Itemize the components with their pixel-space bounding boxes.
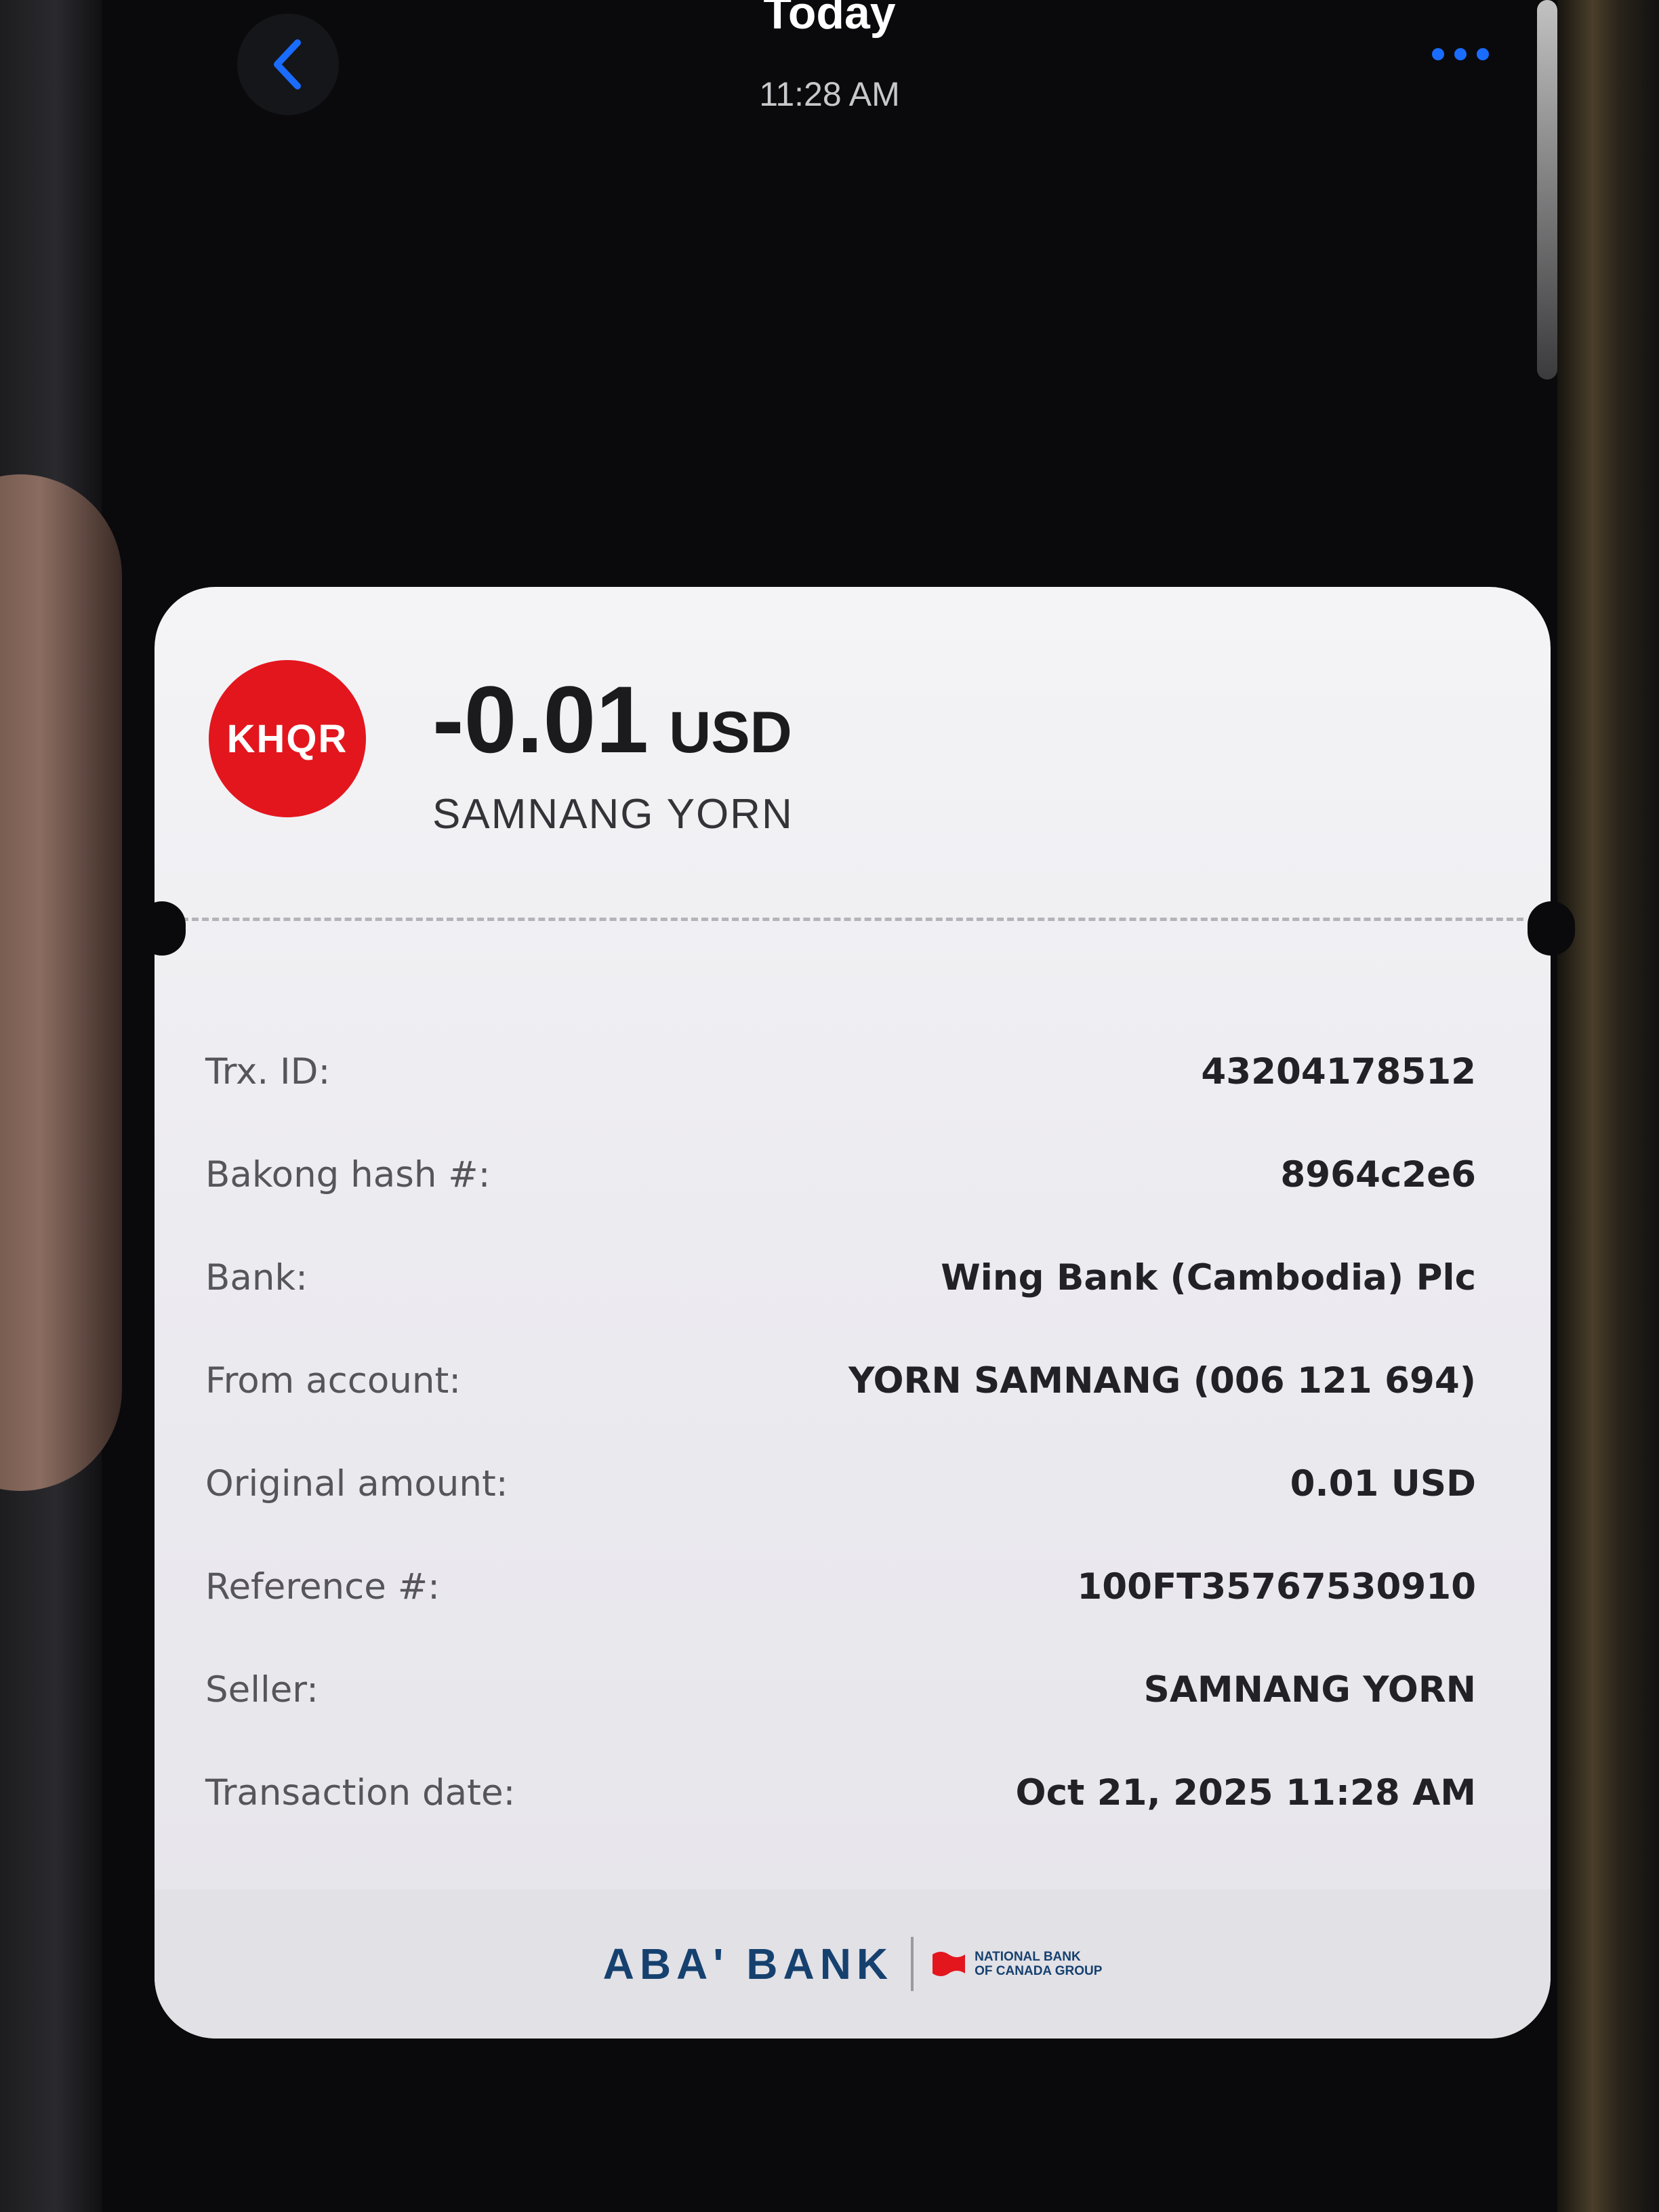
national-bank-line2: OF CANADA GROUP <box>975 1964 1103 1978</box>
khqr-logo: KHQR <box>209 660 366 817</box>
detail-value[interactable]: 8964c2e6 <box>1280 1154 1476 1195</box>
national-bank-logo: NATIONAL BANK OF CANADA GROUP <box>931 1949 1102 1979</box>
detail-value[interactable]: Wing Bank (Cambodia) Plc <box>941 1257 1476 1298</box>
amount-currency: USD <box>669 700 792 765</box>
detail-label: Trx. ID: <box>205 1050 331 1092</box>
detail-row-reference: Reference #: 100FT35767530910 <box>205 1556 1476 1617</box>
more-button[interactable] <box>1410 20 1511 88</box>
detail-label: Bakong hash #: <box>205 1153 491 1195</box>
footer-separator <box>911 1937 914 1991</box>
flag-icon <box>933 1952 966 1976</box>
finger <box>0 474 122 1491</box>
detail-row-seller: Seller: SAMNANG YORN <box>205 1659 1476 1720</box>
detail-label: From account: <box>205 1359 462 1401</box>
receipt-card: KHQR -0.01 USD SAMNANG YORN Trx. ID: 432… <box>155 587 1551 2039</box>
detail-row-original-amount: Original amount: 0.01 USD <box>205 1453 1476 1514</box>
bank-footer: ABA' BANK NATIONAL BANK OF CANADA GROUP <box>155 1889 1551 2039</box>
detail-label: Seller: <box>205 1668 319 1711</box>
recipient-name: SAMNANG YORN <box>432 791 794 838</box>
detail-value[interactable]: YORN SAMNANG (006 121 694) <box>848 1360 1476 1401</box>
detail-value[interactable]: Oct 21, 2025 11:28 AM <box>1016 1772 1476 1814</box>
detail-row-transaction-date: Transaction date: Oct 21, 2025 11:28 AM <box>205 1762 1476 1823</box>
aba-bank-logo: ABA' BANK <box>602 1940 894 1988</box>
detail-row-trx-id: Trx. ID: 43204178512 <box>205 1041 1476 1102</box>
detail-value[interactable]: 0.01 USD <box>1290 1463 1476 1504</box>
amount: -0.01 USD <box>432 665 792 773</box>
more-horizontal-icon <box>1432 48 1489 60</box>
detail-label: Transaction date: <box>205 1771 516 1814</box>
detail-row-bank: Bank: Wing Bank (Cambodia) Plc <box>205 1247 1476 1308</box>
detail-value[interactable]: 100FT35767530910 <box>1077 1566 1476 1607</box>
detail-label: Original amount: <box>205 1462 508 1504</box>
header-time: 11:28 AM <box>759 75 900 113</box>
dashed-divider <box>182 918 1523 921</box>
detail-row-from-account: From account: YORN SAMNANG (006 121 694) <box>205 1350 1476 1411</box>
detail-value[interactable]: 43204178512 <box>1201 1051 1476 1092</box>
amount-value: -0.01 <box>432 666 649 773</box>
detail-row-bakong-hash: Bakong hash #: 8964c2e6 <box>205 1144 1476 1205</box>
national-bank-line1: NATIONAL BANK <box>975 1950 1081 1964</box>
photo-background-right <box>1557 0 1659 2212</box>
card-notch-left <box>138 901 186 956</box>
detail-label: Reference #: <box>205 1565 441 1607</box>
detail-value[interactable]: SAMNANG YORN <box>1144 1669 1476 1711</box>
page-title: Today <box>763 0 896 39</box>
detail-label: Bank: <box>205 1256 308 1298</box>
card-notch-right <box>1528 901 1575 956</box>
top-bar: Today 11:28 AM <box>102 0 1557 149</box>
